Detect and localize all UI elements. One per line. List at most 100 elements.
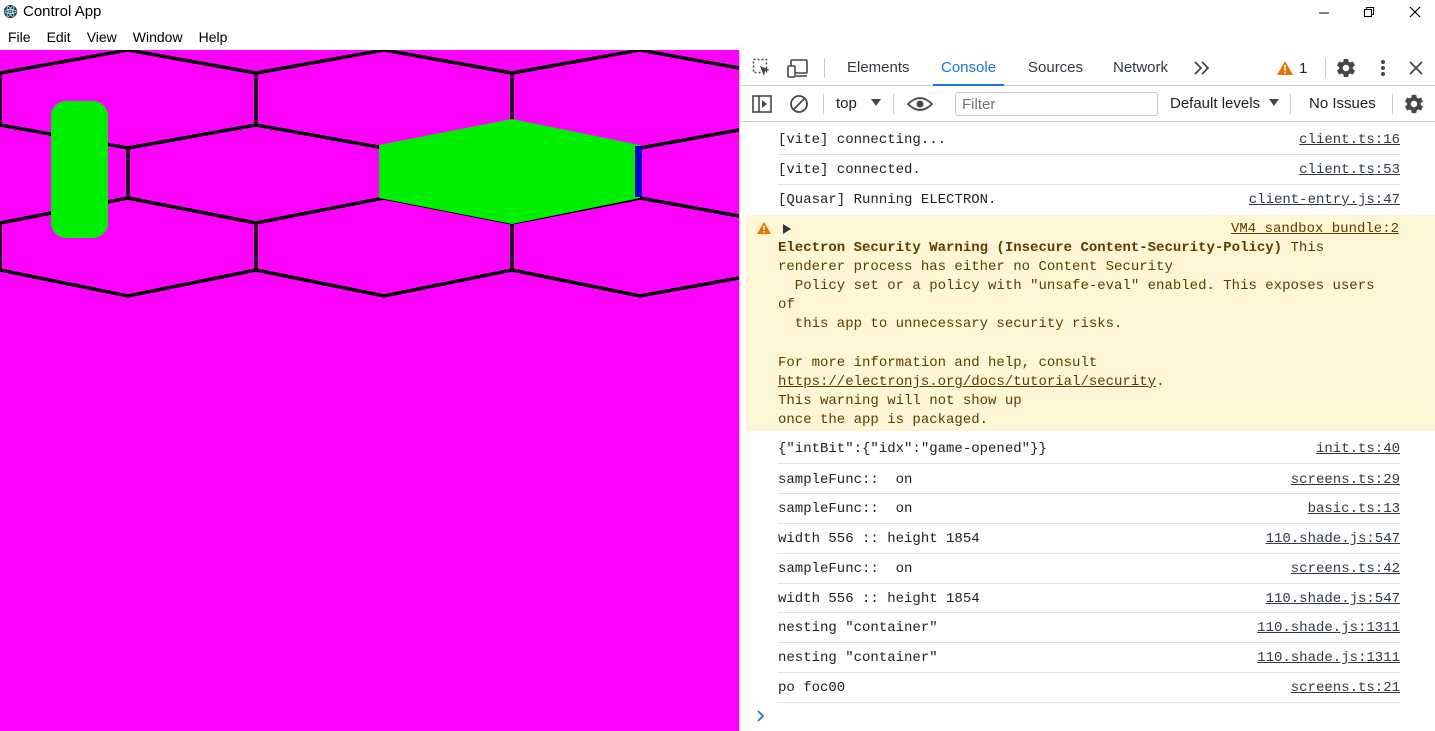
hex-marker xyxy=(635,146,642,197)
console-message: po foc00 screens.ts:21 xyxy=(778,673,1400,703)
message-text: width 556 :: height 1854 xyxy=(778,531,980,547)
console-warning: VM4 sandbox_bundle:2 Electron Security W… xyxy=(746,215,1435,431)
console-message: [vite] connecting... client.ts:16 xyxy=(778,126,1400,155)
clear-console-button[interactable] xyxy=(787,93,811,115)
console-message: sampleFunc:: on basic.ts:13 xyxy=(778,494,1400,524)
hex-cell xyxy=(638,148,739,218)
devtools-tab-bar: Elements Console Sources Network 1 xyxy=(740,50,1435,86)
message-source-link[interactable]: screens.ts:29 xyxy=(1291,472,1400,488)
warning-line: Policy set or a policy with "unsafe-eval… xyxy=(778,278,1375,294)
message-text: nesting "container" xyxy=(778,650,938,666)
message-source-link[interactable]: 110.shade.js:547 xyxy=(1266,531,1400,547)
expand-triangle-icon[interactable] xyxy=(783,224,791,234)
message-source-link[interactable]: basic.ts:13 xyxy=(1308,501,1400,517)
menu-view[interactable]: View xyxy=(79,24,125,50)
console-message: sampleFunc:: on screens.ts:42 xyxy=(778,554,1400,584)
menu-window[interactable]: Window xyxy=(125,24,191,50)
warning-line: this app to unnecessary security risks. xyxy=(778,316,1123,332)
console-prompt[interactable] xyxy=(756,709,766,727)
live-expression-button[interactable] xyxy=(906,93,934,115)
tab-elements[interactable]: Elements xyxy=(839,50,918,86)
chevron-double-right-icon xyxy=(1194,61,1210,75)
close-icon xyxy=(1409,61,1423,75)
message-source-link[interactable]: client.ts:53 xyxy=(1299,162,1400,178)
gear-icon xyxy=(1405,94,1423,114)
message-source-link[interactable]: init.ts:40 xyxy=(1316,441,1400,457)
menu-edit[interactable]: Edit xyxy=(39,24,79,50)
warning-icon xyxy=(1277,61,1293,75)
menu-help[interactable]: Help xyxy=(191,24,236,50)
gear-icon xyxy=(1337,58,1355,78)
close-devtools-button[interactable] xyxy=(1405,56,1427,80)
tab-network[interactable]: Network xyxy=(1105,50,1176,86)
console-settings-button[interactable] xyxy=(1402,92,1426,116)
minimize-button[interactable] xyxy=(1301,0,1347,24)
message-text: sampleFunc:: on xyxy=(778,561,913,577)
devtools-panel: Elements Console Sources Network 1 top F… xyxy=(739,50,1435,731)
message-source-link[interactable]: 110.shade.js:1311 xyxy=(1257,620,1400,636)
restore-icon xyxy=(1363,6,1374,17)
console-message: {"intBit":{"idx":"game-opened"}} init.ts… xyxy=(778,434,1400,464)
more-tabs-button[interactable] xyxy=(1191,58,1213,78)
hex-cell xyxy=(0,50,258,150)
sidebar-icon xyxy=(752,95,772,113)
sidebar-toggle-button[interactable] xyxy=(750,93,774,115)
warnings-counter[interactable]: 1 xyxy=(1276,58,1316,78)
inspect-icon xyxy=(752,58,770,76)
caret-down-icon xyxy=(871,99,881,106)
devtools-settings-button[interactable] xyxy=(1334,56,1358,80)
console-message: nesting "container" 110.shade.js:1311 xyxy=(778,613,1400,643)
game-canvas[interactable] xyxy=(0,50,739,731)
message-text: po foc00 xyxy=(778,680,846,696)
menu-file[interactable]: File xyxy=(0,24,39,50)
device-icon xyxy=(787,59,808,78)
eye-icon xyxy=(907,97,933,111)
minimize-icon xyxy=(1318,12,1329,13)
hex-cell xyxy=(511,268,739,298)
message-source-link[interactable]: 110.shade.js:1311 xyxy=(1257,650,1400,666)
message-text: sampleFunc:: on xyxy=(778,472,913,488)
close-window-button[interactable] xyxy=(1392,0,1435,24)
context-selector[interactable]: top xyxy=(836,95,857,112)
warning-title-line: Electron Security Warning (Insecure Cont… xyxy=(778,240,1325,256)
kebab-menu-icon xyxy=(1381,60,1385,76)
device-toolbar-button[interactable] xyxy=(786,57,810,79)
tab-sources[interactable]: Sources xyxy=(1020,50,1091,86)
message-source-link[interactable]: client.ts:16 xyxy=(1299,132,1400,148)
message-text: nesting "container" xyxy=(778,620,938,636)
inspect-element-button[interactable] xyxy=(750,57,774,79)
warning-line: once the app is packaged. xyxy=(778,412,989,428)
log-levels-dropdown[interactable]: Default levels xyxy=(1170,95,1260,112)
console-toolbar: top Default levels No Issues xyxy=(740,86,1435,122)
hex-cell xyxy=(0,223,258,298)
message-source-link[interactable]: client-entry.js:47 xyxy=(1249,192,1400,208)
console-message: width 556 :: height 1854 110.shade.js:54… xyxy=(778,584,1400,613)
menu-bar: File Edit View Window Help xyxy=(0,24,1435,50)
warning-line: This warning will not show up xyxy=(778,393,1022,409)
title-bar: Control App xyxy=(0,0,1435,24)
warning-link-line: https://electronjs.org/docs/tutorial/sec… xyxy=(778,374,1165,390)
message-source-link[interactable]: screens.ts:42 xyxy=(1291,561,1400,577)
console-message: nesting "container" 110.shade.js:1311 xyxy=(778,643,1400,673)
player-paddle xyxy=(51,101,108,238)
console-message: [Quasar] Running ELECTRON. client-entry.… xyxy=(778,185,1400,214)
console-filter-input[interactable] xyxy=(955,92,1158,116)
message-source-link[interactable]: screens.ts:21 xyxy=(1291,680,1400,696)
message-text: [vite] connected. xyxy=(778,162,921,178)
tab-console[interactable]: Console xyxy=(933,50,1005,86)
warning-source-link[interactable]: VM4 sandbox_bundle:2 xyxy=(1231,221,1399,237)
message-source-link[interactable]: 110.shade.js:547 xyxy=(1266,591,1400,607)
security-docs-link[interactable]: https://electronjs.org/docs/tutorial/sec… xyxy=(778,374,1156,390)
console-message: width 556 :: height 1854 110.shade.js:54… xyxy=(778,524,1400,554)
hex-grid xyxy=(0,50,739,298)
devtools-menu-button[interactable] xyxy=(1373,56,1393,80)
message-text: {"intBit":{"idx":"game-opened"}} xyxy=(778,441,1047,457)
close-icon xyxy=(1409,6,1421,18)
issues-button[interactable]: No Issues xyxy=(1309,95,1376,112)
warning-line: For more information and help, consult xyxy=(778,355,1098,371)
warning-line: renderer process has either no Content S… xyxy=(778,259,1173,275)
console-output: [vite] connecting... client.ts:16 [vite]… xyxy=(740,122,1435,731)
console-message: sampleFunc:: on screens.ts:29 xyxy=(778,464,1400,494)
restore-button[interactable] xyxy=(1346,0,1392,24)
message-text: [vite] connecting... xyxy=(778,132,947,148)
